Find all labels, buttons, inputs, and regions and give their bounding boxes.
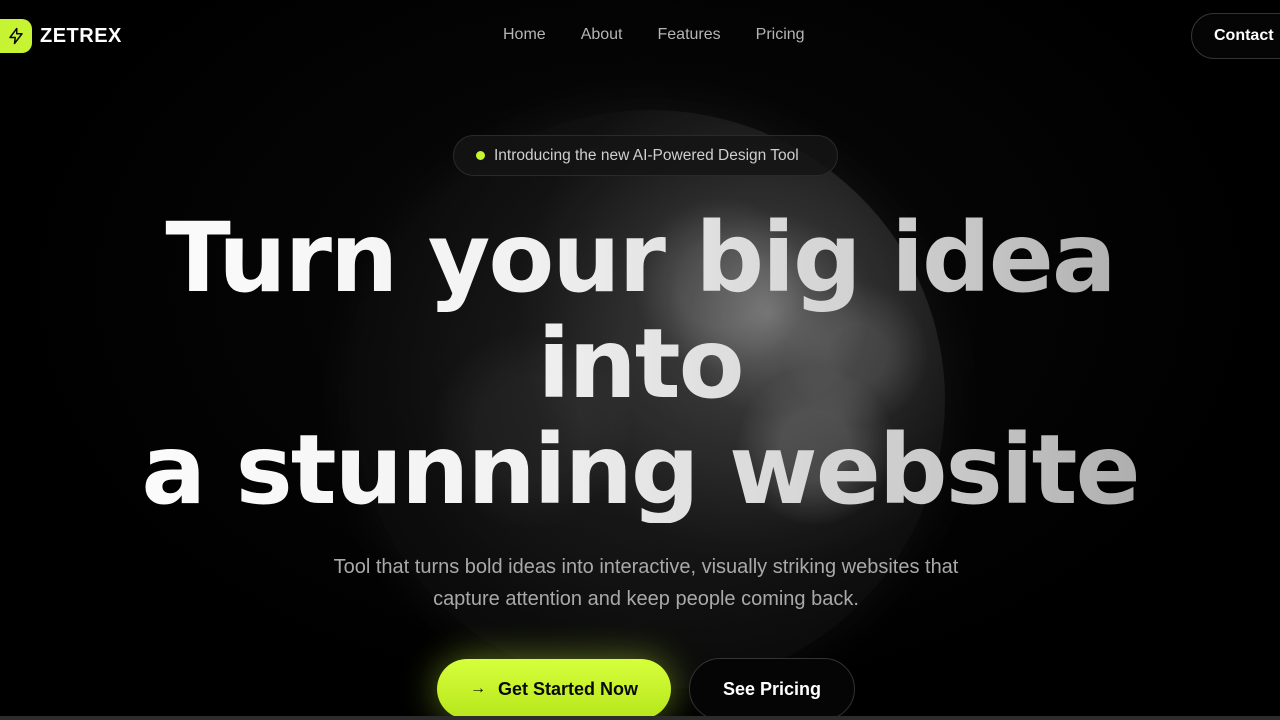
intro-badge[interactable]: Introducing the new AI-Powered Design To… bbox=[453, 135, 838, 176]
status-dot-icon bbox=[476, 151, 485, 160]
headline-line-3: a stunning website bbox=[141, 414, 1139, 526]
brand-name: ZETREX bbox=[40, 24, 122, 47]
intro-badge-text: Introducing the new AI-Powered Design To… bbox=[494, 146, 799, 164]
subtitle-line-2: capture attention and keep people coming… bbox=[433, 588, 859, 610]
contact-button[interactable]: Contact bbox=[1191, 13, 1280, 59]
bottom-divider bbox=[0, 716, 1280, 720]
get-started-button[interactable]: → Get Started Now bbox=[437, 659, 671, 719]
nav-link-features[interactable]: Features bbox=[658, 26, 721, 44]
logo-badge bbox=[0, 19, 32, 53]
arrow-right-icon: → bbox=[469, 680, 486, 697]
nav-link-about[interactable]: About bbox=[581, 26, 623, 44]
see-pricing-button[interactable]: See Pricing bbox=[689, 658, 855, 720]
landing-page: ZETREX Home About Features Pricing Conta… bbox=[0, 0, 1280, 720]
headline-line-2: into bbox=[537, 308, 743, 420]
headline-line-1: Turn your big idea bbox=[165, 202, 1115, 314]
top-nav: ZETREX Home About Features Pricing Conta… bbox=[0, 0, 1280, 72]
nav-link-pricing[interactable]: Pricing bbox=[756, 26, 805, 44]
subtitle-line-1: Tool that turns bold ideas into interact… bbox=[333, 556, 959, 578]
brand-logo[interactable]: ZETREX bbox=[0, 19, 122, 53]
lightning-icon bbox=[9, 27, 23, 45]
get-started-label: Get Started Now bbox=[497, 678, 639, 699]
hero-subtitle: Tool that turns bold ideas into interact… bbox=[290, 551, 1002, 615]
hero-headline: Turn your big idea into a stunning websi… bbox=[0, 205, 1280, 523]
nav-link-home[interactable]: Home bbox=[503, 26, 546, 44]
nav-links: Home About Features Pricing bbox=[503, 26, 805, 44]
